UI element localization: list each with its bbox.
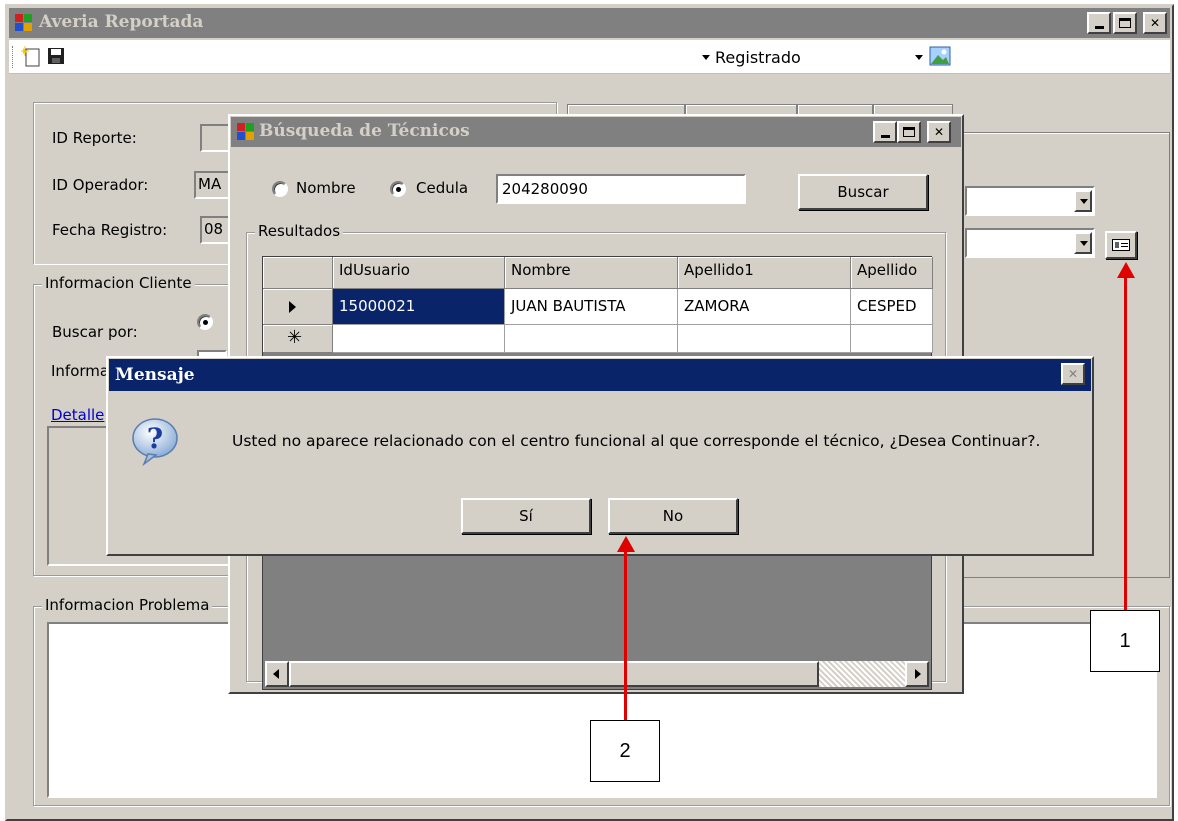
close-icon: ✕ bbox=[1149, 16, 1161, 30]
id-operador-value: MA bbox=[198, 175, 222, 193]
callout-2-box: 2 bbox=[590, 720, 660, 782]
buscar-por-label: Buscar por: bbox=[52, 323, 138, 341]
minimize-icon bbox=[1094, 25, 1104, 29]
column-header[interactable]: IdUsuario bbox=[333, 257, 505, 289]
maximize-icon bbox=[903, 127, 915, 137]
toolbar: Registrado bbox=[9, 40, 1170, 74]
image-icon[interactable] bbox=[929, 45, 951, 67]
search-title-bar[interactable]: Búsqueda de Técnicos ✕ bbox=[231, 117, 961, 147]
right-combo-1[interactable] bbox=[965, 186, 1095, 216]
informacion-label: Informa bbox=[51, 362, 110, 380]
id-reporte-label: ID Reporte: bbox=[52, 129, 137, 147]
minimize-button[interactable] bbox=[1087, 12, 1111, 34]
maximize-icon bbox=[1119, 18, 1131, 28]
close-button[interactable]: ✕ bbox=[1143, 12, 1167, 34]
close-icon: ✕ bbox=[933, 125, 945, 139]
save-icon[interactable] bbox=[47, 47, 65, 65]
callout-2-label: 2 bbox=[619, 739, 631, 762]
detalle-link[interactable]: Detalle bbox=[51, 406, 104, 424]
id-operador-label: ID Operador: bbox=[52, 176, 149, 194]
new-row-cell[interactable] bbox=[505, 325, 678, 353]
table-cell[interactable]: 15000021 bbox=[333, 289, 505, 325]
table-cell[interactable]: CESPED bbox=[851, 289, 933, 325]
radio-cedula-label[interactable]: Cedula bbox=[416, 179, 468, 197]
main-window-title: Averia Reportada bbox=[39, 12, 204, 32]
id-card-icon bbox=[1112, 239, 1130, 251]
no-button[interactable]: No bbox=[608, 498, 738, 534]
problema-group-label: Informacion Problema bbox=[42, 596, 213, 614]
scroll-thumb[interactable] bbox=[289, 661, 819, 687]
search-app-icon bbox=[237, 123, 255, 141]
scroll-track[interactable] bbox=[819, 661, 905, 687]
close-icon: ✕ bbox=[1067, 367, 1079, 381]
yes-button[interactable]: Sí bbox=[461, 498, 591, 534]
cliente-group-label: Informacion Cliente bbox=[42, 274, 195, 292]
status-value[interactable]: Registrado bbox=[715, 48, 801, 67]
technician-search-button[interactable] bbox=[1105, 231, 1137, 259]
secondary-dropdown-arrow-icon[interactable] bbox=[915, 55, 923, 60]
callout-2-line bbox=[624, 550, 627, 720]
main-title-bar[interactable]: Averia Reportada ✕ bbox=[9, 8, 1170, 38]
fecha-registro-label: Fecha Registro: bbox=[52, 221, 168, 239]
table-cell[interactable]: ZAMORA bbox=[678, 289, 851, 325]
search-input-value: 204280090 bbox=[502, 180, 588, 198]
right-combo-2[interactable] bbox=[965, 228, 1095, 258]
search-maximize-button[interactable] bbox=[897, 121, 921, 143]
combo-2-arrow-icon[interactable] bbox=[1074, 232, 1092, 254]
callout-1-line bbox=[1124, 276, 1127, 610]
buscar-button[interactable]: Buscar bbox=[798, 174, 928, 210]
buscar-por-radio[interactable] bbox=[197, 314, 213, 330]
asterisk-icon: ✳ bbox=[287, 327, 303, 348]
search-input[interactable]: 204280090 bbox=[496, 174, 746, 204]
fecha-registro-value: 08 bbox=[204, 220, 224, 238]
row-header-corner bbox=[263, 257, 333, 289]
message-box: Mensaje ✕ ? Usted no aparece relacionado… bbox=[106, 356, 1094, 556]
new-row-indicator[interactable]: ✳ bbox=[263, 325, 333, 353]
app-icon bbox=[15, 14, 33, 32]
horizontal-scrollbar[interactable] bbox=[265, 661, 929, 687]
radio-nombre-label[interactable]: Nombre bbox=[296, 179, 356, 197]
message-box-title: Mensaje bbox=[115, 365, 195, 385]
new-row-cell[interactable] bbox=[333, 325, 505, 353]
new-document-icon[interactable] bbox=[21, 46, 43, 68]
scroll-right-icon bbox=[915, 669, 921, 679]
search-dialog-title: Búsqueda de Técnicos bbox=[259, 121, 470, 141]
search-close-button[interactable]: ✕ bbox=[927, 121, 951, 143]
search-minimize-button[interactable] bbox=[873, 121, 897, 143]
status-dropdown-arrow-icon[interactable] bbox=[702, 55, 710, 60]
radio-cedula[interactable] bbox=[390, 181, 406, 197]
radio-nombre[interactable] bbox=[272, 181, 288, 197]
combo-1-arrow-icon[interactable] bbox=[1074, 190, 1092, 212]
question-icon: ? bbox=[130, 416, 180, 467]
scroll-left-icon bbox=[273, 669, 279, 679]
row-pointer-icon bbox=[289, 301, 296, 313]
message-close-button[interactable]: ✕ bbox=[1061, 363, 1085, 385]
resultados-label: Resultados bbox=[255, 222, 344, 240]
scroll-right-button[interactable] bbox=[905, 661, 929, 687]
scroll-left-button[interactable] bbox=[265, 661, 289, 687]
column-header[interactable]: Nombre bbox=[505, 257, 678, 289]
new-row-cell[interactable] bbox=[678, 325, 851, 353]
current-row-indicator[interactable] bbox=[263, 289, 333, 325]
table-cell[interactable]: JUAN BAUTISTA bbox=[505, 289, 678, 325]
maximize-button[interactable] bbox=[1113, 12, 1137, 34]
message-text: Usted no aparece relacionado con el cent… bbox=[232, 432, 1041, 450]
toolbar-grip bbox=[12, 46, 15, 68]
message-title-bar[interactable]: Mensaje ✕ bbox=[109, 359, 1091, 391]
new-row-cell[interactable] bbox=[851, 325, 933, 353]
callout-1-box: 1 bbox=[1090, 610, 1160, 672]
callout-1-label: 1 bbox=[1119, 629, 1131, 652]
minimize-icon bbox=[880, 134, 890, 138]
column-header[interactable]: Apellido1 bbox=[678, 257, 851, 289]
column-header[interactable]: Apellido bbox=[851, 257, 933, 289]
svg-text:?: ? bbox=[147, 422, 163, 455]
